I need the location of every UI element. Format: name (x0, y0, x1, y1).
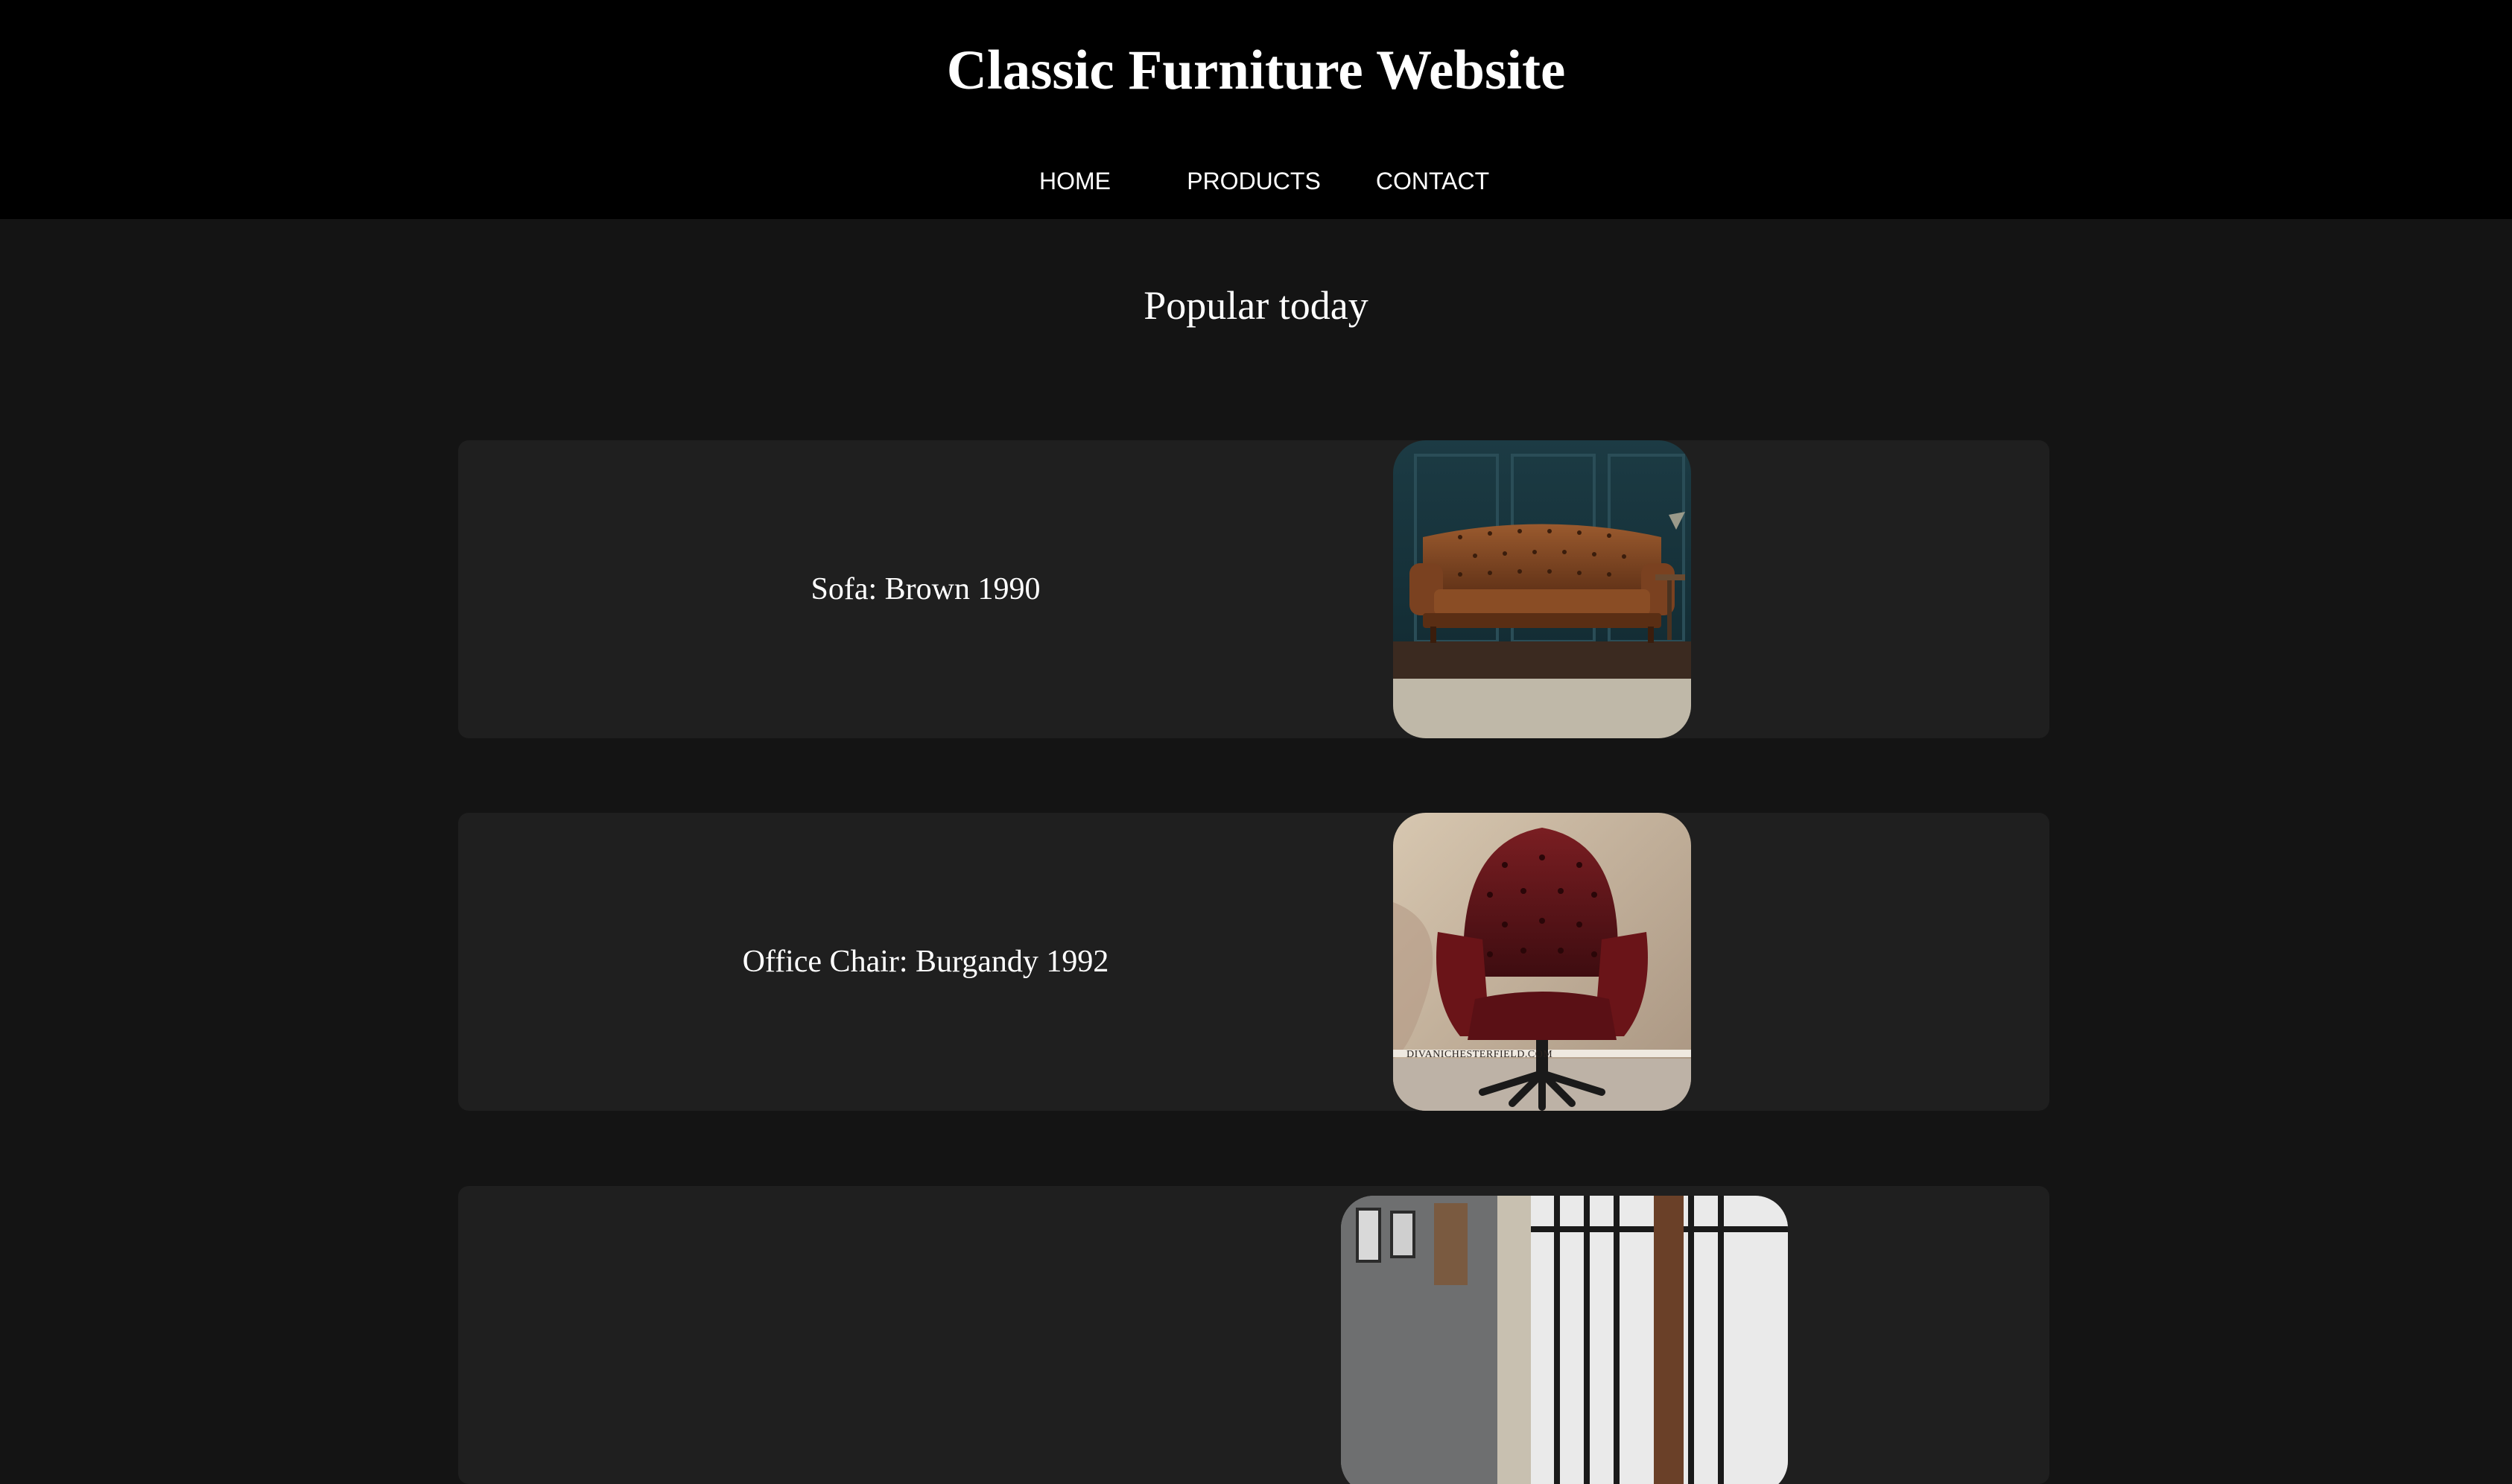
product-label: Sofa: Brown 1990 (811, 572, 1041, 606)
product-image-sofa[interactable] (1393, 440, 1691, 738)
nav-link-contact[interactable]: CONTACT (1358, 164, 1507, 198)
nav-link-products[interactable]: PRODUCTS (1179, 164, 1328, 198)
main-nav: HOME PRODUCTS CONTACT (0, 164, 2512, 201)
product-card-office-chair[interactable]: Office Chair: Burgandy 1992 DIVANICHESTE… (458, 813, 2049, 1111)
site-title: Classic Furniture Website (946, 39, 1566, 101)
section-title: Popular today (1144, 283, 1368, 328)
product-label (458, 1186, 1393, 1484)
product-card-sofa[interactable]: Sofa: Brown 1990 (458, 440, 2049, 738)
sofa-image-graphic (1393, 440, 1691, 738)
room-image-graphic (1341, 1196, 1788, 1484)
nav-link-home[interactable]: HOME (1000, 164, 1149, 198)
product-image-office-chair[interactable]: DIVANICHESTERFIELD.COM (1393, 813, 1691, 1111)
product-image-room[interactable] (1341, 1196, 1788, 1484)
office-chair-image-graphic: DIVANICHESTERFIELD.COM (1393, 813, 1691, 1111)
product-card-room[interactable] (458, 1186, 2049, 1484)
site-header: Classic Furniture Website HOME PRODUCTS … (0, 0, 2512, 219)
product-label: Office Chair: Burgandy 1992 (742, 945, 1109, 979)
image-watermark: DIVANICHESTERFIELD.COM (1406, 1049, 1552, 1060)
